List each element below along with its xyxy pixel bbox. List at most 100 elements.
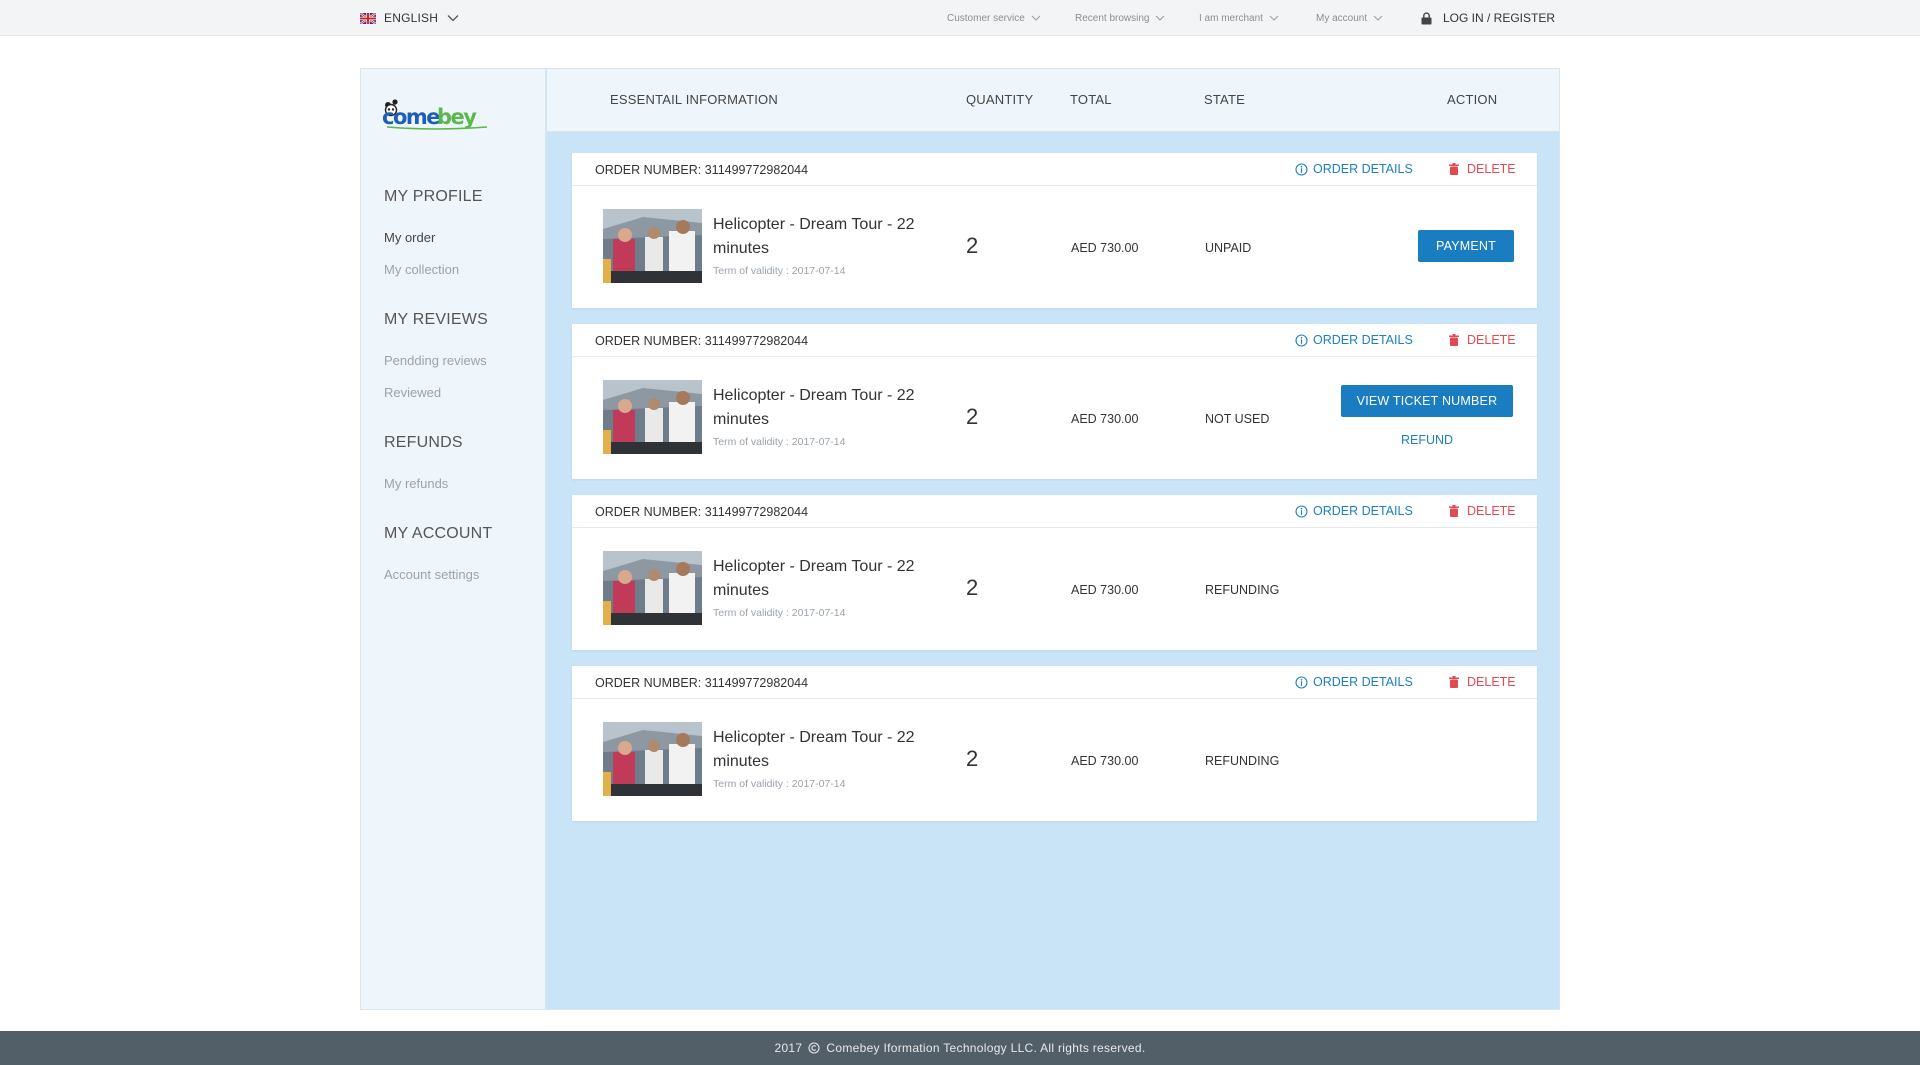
order-card-header: ORDER NUMBER: 311499772982044 ORDER DETA… [572, 666, 1537, 699]
term-of-validity: Term of validity : 2017-07-14 [713, 265, 846, 277]
info-icon [1295, 504, 1308, 518]
trash-icon [1449, 334, 1459, 346]
product-name[interactable]: Helicopter - Dream Tour - 22 minutes [713, 726, 928, 774]
order-card: ORDER NUMBER: 311499772982044 ORDER DETA… [572, 153, 1537, 308]
nav-merchant-label: I am merchant [1199, 12, 1263, 24]
view-ticket-number-button[interactable]: VIEW TICKET NUMBER [1341, 385, 1513, 417]
delete-label: DELETE [1467, 162, 1516, 176]
logo-come-text: come [382, 105, 440, 129]
product-thumbnail[interactable] [603, 380, 702, 454]
order-details-label: ORDER DETAILS [1313, 675, 1413, 689]
order-quantity: 2 [966, 233, 979, 258]
sidebar-item-reviewed[interactable]: Reviewed [384, 385, 441, 400]
uk-flag-icon [360, 12, 376, 24]
order-number: ORDER NUMBER: 311499772982044 [595, 334, 809, 348]
delete-order-link[interactable]: DELETE [1449, 333, 1516, 347]
sidebar-item-my-refunds[interactable]: My refunds [384, 476, 448, 491]
order-number: ORDER NUMBER: 311499772982044 [595, 676, 809, 690]
order-total: AED 730.00 [1071, 412, 1139, 426]
sidebar-section-my-account: MY ACCOUNT [384, 525, 493, 542]
product-name[interactable]: Helicopter - Dream Tour - 22 minutes [713, 213, 928, 261]
header-essential-information: ESSENTAIL INFORMATION [610, 92, 778, 107]
info-icon [1295, 162, 1308, 176]
order-quantity: 2 [966, 575, 979, 600]
product-name[interactable]: Helicopter - Dream Tour - 22 minutes [713, 555, 928, 603]
order-details-link[interactable]: ORDER DETAILS [1295, 675, 1413, 689]
nav-i-am-merchant[interactable]: I am merchant [1199, 0, 1280, 36]
login-register-link[interactable]: LOG IN / REGISTER [1420, 0, 1555, 36]
product-thumbnail[interactable] [603, 722, 702, 796]
chevron-down-icon [447, 15, 459, 22]
header-total: TOTAL [1070, 92, 1112, 107]
info-icon [1295, 333, 1308, 347]
delete-order-link[interactable]: DELETE [1449, 504, 1516, 518]
nav-recent-browsing[interactable]: Recent browsing [1075, 0, 1166, 36]
sidebar-item-my-collection[interactable]: My collection [384, 262, 459, 277]
login-register-label: LOG IN / REGISTER [1443, 11, 1556, 25]
order-quantity: 2 [966, 746, 979, 771]
chevron-down-icon [1156, 15, 1165, 21]
footer-copyright-text: Comebey Iformation Technology LLC. All r… [826, 1041, 1146, 1055]
orders-table-header: ESSENTAIL INFORMATION QUANTITY TOTAL STA… [547, 69, 1559, 132]
chevron-down-icon [1269, 15, 1279, 21]
sidebar-item-pending-reviews[interactable]: Pendding reviews [384, 353, 487, 368]
term-of-validity: Term of validity : 2017-07-14 [713, 607, 846, 619]
top-bar: ENGLISH Customer service Recent browsing… [0, 0, 1920, 36]
header-quantity: QUANTITY [966, 92, 1034, 107]
term-of-validity: Term of validity : 2017-07-14 [713, 778, 846, 790]
order-details-link[interactable]: ORDER DETAILS [1295, 504, 1413, 518]
order-details-label: ORDER DETAILS [1313, 504, 1413, 518]
header-state: STATE [1204, 92, 1245, 107]
delete-label: DELETE [1467, 504, 1516, 518]
payment-button[interactable]: PAYMENT [1418, 230, 1514, 262]
order-number: ORDER NUMBER: 311499772982044 [595, 505, 809, 519]
footer-year: 2017 [774, 1041, 803, 1055]
sidebar-item-my-order[interactable]: My order [384, 230, 435, 245]
delete-label: DELETE [1467, 333, 1516, 347]
product-thumbnail[interactable] [603, 209, 702, 283]
nav-my-account[interactable]: My account [1316, 0, 1384, 36]
order-details-link[interactable]: ORDER DETAILS [1295, 162, 1413, 176]
sidebar-section-my-reviews: MY REVIEWS [384, 311, 488, 328]
nav-customer-service[interactable]: Customer service [947, 0, 1042, 36]
language-selector[interactable]: ENGLISH [360, 0, 460, 36]
order-card-header: ORDER NUMBER: 311499772982044 ORDER DETA… [572, 495, 1537, 528]
page-footer: 2017 Comebey Iformation Technology LLC. … [0, 1031, 1920, 1065]
refund-link[interactable]: REFUND [1401, 433, 1453, 447]
delete-order-link[interactable]: DELETE [1449, 675, 1516, 689]
term-of-validity: Term of validity : 2017-07-14 [713, 436, 846, 448]
chevron-down-icon [1373, 15, 1383, 21]
order-state: UNPAID [1205, 241, 1252, 255]
order-total: AED 730.00 [1071, 241, 1139, 255]
chevron-down-icon [1031, 15, 1041, 21]
order-card-header: ORDER NUMBER: 311499772982044 ORDER DETA… [572, 153, 1537, 186]
sidebar-item-account-settings[interactable]: Account settings [384, 567, 479, 582]
order-card-header: ORDER NUMBER: 311499772982044 ORDER DETA… [572, 324, 1537, 357]
order-details-label: ORDER DETAILS [1313, 162, 1413, 176]
order-state: REFUNDING [1205, 583, 1280, 597]
product-name[interactable]: Helicopter - Dream Tour - 22 minutes [713, 384, 928, 432]
account-panel: come bey MY PROFILE My order My collecti… [360, 68, 1560, 1010]
trash-icon [1449, 163, 1459, 175]
order-state: NOT USED [1205, 412, 1270, 426]
comebey-logo[interactable]: come bey [379, 97, 491, 133]
sidebar-section-refunds: REFUNDS [384, 434, 463, 451]
copyright-icon [808, 1042, 820, 1054]
order-card: ORDER NUMBER: 311499772982044 ORDER DETA… [572, 666, 1537, 821]
order-quantity: 2 [966, 404, 979, 429]
order-details-link[interactable]: ORDER DETAILS [1295, 333, 1413, 347]
sidebar-section-my-profile: MY PROFILE [384, 188, 483, 205]
header-action: ACTION [1447, 92, 1498, 107]
account-sidebar: come bey MY PROFILE My order My collecti… [361, 69, 546, 1009]
order-number: ORDER NUMBER: 311499772982044 [595, 163, 809, 177]
order-card: ORDER NUMBER: 311499772982044 ORDER DETA… [572, 324, 1537, 479]
product-thumbnail[interactable] [603, 551, 702, 625]
delete-order-link[interactable]: DELETE [1449, 162, 1516, 176]
order-card: ORDER NUMBER: 311499772982044 ORDER DETA… [572, 495, 1537, 650]
info-icon [1295, 675, 1308, 689]
nav-customer-service-label: Customer service [947, 12, 1025, 24]
order-total: AED 730.00 [1071, 583, 1139, 597]
order-state: REFUNDING [1205, 754, 1280, 768]
lock-icon [1421, 11, 1432, 24]
logo-bey-text: bey [437, 105, 477, 129]
